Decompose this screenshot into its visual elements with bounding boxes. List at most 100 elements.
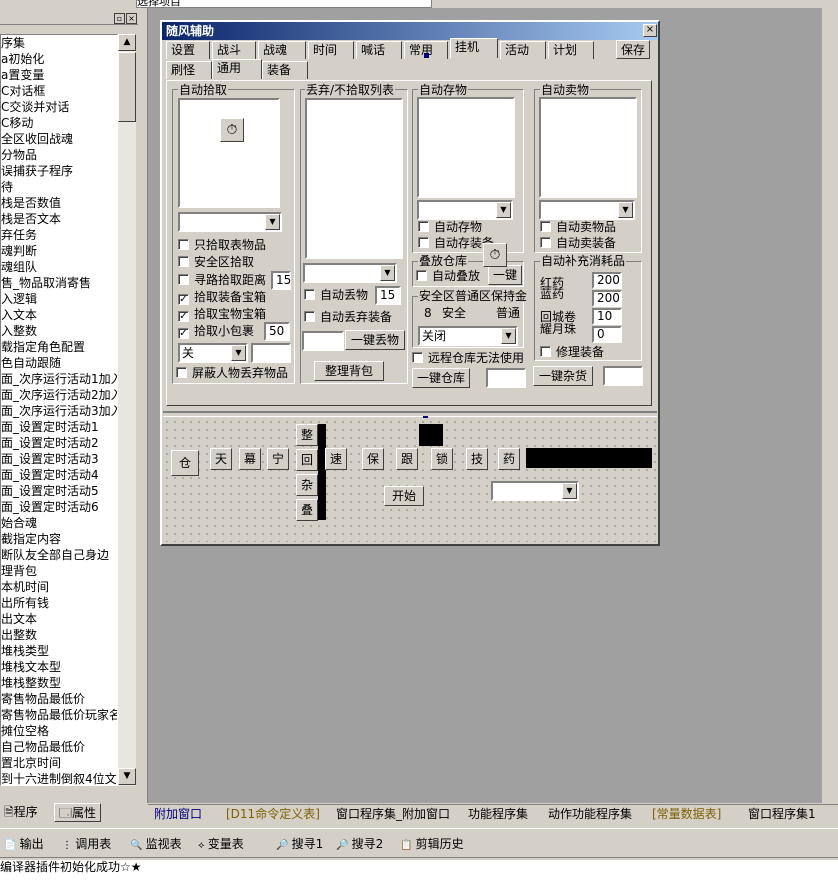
auto-stack-checkbox[interactable]: 自动叠放 <box>416 269 480 283</box>
small-pack-input[interactable]: 50 <box>264 322 290 341</box>
tree-item[interactable]: 色自动跟随 <box>1 355 117 371</box>
misc-extra-input[interactable] <box>603 366 643 386</box>
discard-num-input[interactable]: 15 <box>375 286 401 305</box>
tab-program[interactable]: 🗎程序 <box>0 803 42 822</box>
tree-item[interactable]: 栈是否数值 <box>1 195 117 211</box>
one-key-store-button[interactable]: 一键仓库 <box>412 368 470 388</box>
tree-item[interactable]: 面_设置定时活动6 <box>1 499 117 515</box>
output-tab-output[interactable]: 📄 输出 <box>4 836 44 854</box>
auto-discard-equip-checkbox[interactable]: 自动丢弃装备 <box>304 310 392 324</box>
tree-item[interactable]: 截指定内容 <box>1 531 117 547</box>
doc-tab[interactable]: 功能程序集 <box>468 806 528 822</box>
tree-item[interactable]: 序集 <box>1 35 117 51</box>
tab-hangup[interactable]: 挂机 <box>450 38 498 58</box>
tree-item[interactable]: 弃任务 <box>1 227 117 243</box>
auto-sell-items-checkbox[interactable]: 自动卖物品 <box>540 220 616 234</box>
tree-item[interactable]: 载指定角色配置 <box>1 339 117 355</box>
pickup-extra-input[interactable] <box>251 343 291 363</box>
hide-drop-checkbox[interactable]: 屏蔽人物丢弃物品 <box>176 366 288 380</box>
form-close-button[interactable]: × <box>643 24 657 37</box>
doc-tab[interactable]: 窗口程序集_附加窗口 <box>336 806 450 822</box>
tree-item[interactable]: 面_设置定时活动5 <box>1 483 117 499</box>
tree-item[interactable]: 面_设置定时活动4 <box>1 467 117 483</box>
sell-combo[interactable]: ▼ <box>539 200 635 220</box>
tree-item[interactable]: 始合魂 <box>1 515 117 531</box>
tree-item[interactable]: 置北京时间 <box>1 755 117 771</box>
tree-item[interactable]: 待 <box>1 179 117 195</box>
output-tab-search1[interactable]: 🔎 搜寻1 <box>276 836 323 854</box>
tree-item[interactable]: 误捕获子程序 <box>1 163 117 179</box>
blue-potion-input[interactable]: 200 <box>592 290 622 307</box>
store-small-button[interactable]: 仓 <box>171 450 199 476</box>
output-tab-clipboard[interactable]: 📋 剪辑历史 <box>400 836 464 854</box>
ji-button[interactable]: 技 <box>466 448 488 470</box>
bao-button[interactable]: 保 <box>362 448 384 470</box>
za-button[interactable]: 杂 <box>296 474 318 496</box>
tian-button[interactable]: 天 <box>210 448 232 470</box>
tree-item[interactable]: a初始化 <box>1 51 117 67</box>
tree-item[interactable]: 理背包 <box>1 563 117 579</box>
output-tab-variables[interactable]: ⟡ 变量表 <box>198 836 244 854</box>
scroll-down-icon[interactable]: ▼ <box>118 768 136 785</box>
tree-item[interactable]: 堆栈类型 <box>1 643 117 659</box>
hui-button[interactable]: 回 <box>296 449 318 471</box>
auto-discard-checkbox[interactable]: 自动丢物 <box>304 288 368 302</box>
tab-time[interactable]: 时间 <box>308 41 354 59</box>
pickup-checkbox[interactable]: 寻路拾取距离 <box>178 273 266 287</box>
tree-item[interactable]: 面_设置定时活动2 <box>1 435 117 451</box>
start-button[interactable]: 开始 <box>384 486 424 506</box>
tree-item[interactable]: 面_设置定时活动3 <box>1 451 117 467</box>
restore-icon[interactable]: ▫ <box>114 13 125 24</box>
tree-item[interactable]: 出整数 <box>1 627 117 643</box>
pickup-checkbox[interactable]: ✓ 拾取小包裹 <box>178 324 254 339</box>
doc-tab[interactable]: 窗口程序集1 <box>748 806 816 822</box>
tree-item[interactable]: 到十六进制倒叙4位文本 <box>1 771 117 785</box>
tree-item[interactable]: 入逻辑 <box>1 291 117 307</box>
tree-item[interactable]: 栈是否文本 <box>1 211 117 227</box>
auto-store-checkbox[interactable]: 自动存物 <box>418 220 482 234</box>
form-titlebar[interactable] <box>162 22 658 40</box>
yao-button[interactable]: 药 <box>498 448 520 470</box>
die-button[interactable]: 叠 <box>296 499 318 521</box>
return-scroll-input[interactable]: 10 <box>592 308 622 325</box>
pickup-checkbox[interactable]: ✓ 拾取装备宝箱 <box>178 290 266 305</box>
subtab-equip[interactable]: 装备 <box>262 61 308 79</box>
mu-button[interactable]: 幕 <box>239 448 261 470</box>
doc-tab[interactable]: 附加窗口 <box>154 806 202 822</box>
output-tab-watch[interactable]: 🔍 监视表 <box>130 836 182 854</box>
designer-vscroll[interactable] <box>822 8 838 803</box>
discard-extra-input[interactable] <box>302 331 344 351</box>
pickup-list[interactable]: ⏱ <box>178 98 280 208</box>
tree-item[interactable]: 魂组队 <box>1 259 117 275</box>
save-button[interactable]: 保存 <box>616 40 650 59</box>
doc-tab[interactable]: [D11命令定义表] <box>226 806 320 822</box>
scroll-up-icon[interactable]: ▲ <box>118 34 136 51</box>
yaoyue-input[interactable]: 0 <box>592 326 622 343</box>
tab-properties[interactable]: 🗔属性 <box>54 803 102 822</box>
pickup-combo[interactable]: ▼ <box>178 212 282 232</box>
close-panel-icon[interactable]: × <box>126 13 137 24</box>
tree-item[interactable]: 堆栈整数型 <box>1 675 117 691</box>
red-potion-input[interactable]: 200 <box>592 272 622 289</box>
gen-button[interactable]: 跟 <box>396 448 418 470</box>
tree-item[interactable]: a置变量 <box>1 67 117 83</box>
tree-item[interactable]: C对话框 <box>1 83 117 99</box>
tree-item[interactable]: 面_次序运行活动2加入 <box>1 387 117 403</box>
suo-button[interactable]: 锁 <box>431 448 453 470</box>
zheng-button[interactable]: 整 <box>296 424 318 446</box>
pickup-checkbox[interactable]: 只拾取表物品 <box>178 238 266 252</box>
pickup-checkbox[interactable]: ✓ 拾取宝物宝箱 <box>178 307 266 322</box>
tree-item[interactable]: 面_次序运行活动3加入 <box>1 403 117 419</box>
store-combo[interactable]: ▼ <box>417 200 513 220</box>
pickup-checkbox[interactable]: 安全区拾取 <box>178 255 254 269</box>
keep-gold-select[interactable]: 关闭 ▼ <box>418 326 518 346</box>
tree-item[interactable]: 入整数 <box>1 323 117 339</box>
sort-bag-button[interactable]: 整理背包 <box>314 361 384 381</box>
splitter-bar[interactable] <box>140 8 148 803</box>
sell-list[interactable] <box>539 97 637 198</box>
tree-item[interactable]: 售_物品取消寄售 <box>1 275 117 291</box>
tab-shout[interactable]: 喊话 <box>356 41 402 59</box>
ning-button[interactable]: 宁 <box>267 448 289 470</box>
tab-plan[interactable]: 计划 <box>548 41 594 59</box>
output-tab-call-table[interactable]: ⋮ 调用表 <box>62 836 111 854</box>
